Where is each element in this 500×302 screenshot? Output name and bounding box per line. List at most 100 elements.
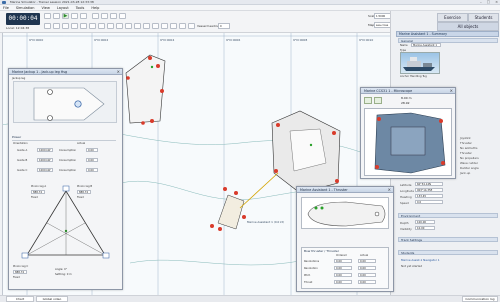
- fast-forward-button[interactable]: [71, 13, 78, 19]
- guide-b-req[interactable]: 1000 kW: [37, 158, 53, 162]
- tool-button-18[interactable]: [161, 23, 168, 29]
- row-label: Revolutions: [304, 260, 320, 263]
- play-button[interactable]: ▶: [62, 13, 69, 19]
- pinion-leg-b-label: Pinion leg B: [77, 185, 93, 188]
- tool-button-21[interactable]: [188, 23, 195, 29]
- students-section-header[interactable]: Students: [398, 250, 498, 255]
- pinion-c-value[interactable]: 888.74: [13, 270, 27, 274]
- status-bar: [0, 295, 500, 302]
- row-ordered[interactable]: 0.00: [334, 273, 352, 277]
- summary-row: Thruster: [460, 151, 472, 155]
- vessel-label: Marine Assistant 1 (0.0 kt): [247, 220, 284, 224]
- tool-button-11[interactable]: [98, 23, 105, 29]
- tool-button-5[interactable]: [44, 23, 51, 29]
- microscope-view[interactable]: [364, 108, 452, 176]
- name-field[interactable]: Marine Assistant 1: [411, 43, 441, 47]
- tool-button-17[interactable]: [152, 23, 159, 29]
- tool-button-3[interactable]: [110, 13, 117, 19]
- tool-button-7[interactable]: [62, 23, 69, 29]
- visibility-value[interactable]: 10.00: [415, 226, 435, 230]
- guide-a-cons[interactable]: 0.00: [86, 148, 98, 152]
- microscope-readout-1: 8.00 m: [401, 96, 412, 100]
- pause-button[interactable]: [53, 13, 60, 19]
- menu-file[interactable]: File: [3, 5, 9, 10]
- tool-button-15[interactable]: [134, 23, 141, 29]
- global-video-tab[interactable]: Global video: [36, 296, 68, 302]
- all-objects-tab[interactable]: All objects: [437, 22, 499, 31]
- grid-label: 9°N 0008: [293, 38, 307, 42]
- microscope-button-1[interactable]: [364, 97, 372, 104]
- row-label: Pitch: [304, 274, 311, 277]
- row-ordered[interactable]: 0.00: [334, 266, 352, 270]
- speed-value[interactable]: 0.0: [415, 200, 443, 204]
- guide-c-req[interactable]: 1000 kW: [37, 168, 53, 172]
- student-link[interactable]: Marine Assist.1 Navigator 1: [401, 258, 440, 262]
- longitude-value[interactable]: 003°14.35E: [415, 188, 443, 192]
- heading-value[interactable]: 133.45: [415, 194, 443, 198]
- tool-button-4[interactable]: [119, 13, 126, 19]
- jackup-close-icon[interactable]: ×: [117, 69, 120, 75]
- tool-button-2[interactable]: [101, 13, 108, 19]
- guide-c-label: Guide C: [17, 169, 28, 172]
- menu-simulation[interactable]: Simulation: [16, 5, 35, 10]
- microscope-button-2[interactable]: [374, 97, 382, 104]
- chart-tab[interactable]: Chart: [6, 296, 34, 302]
- menu-tools[interactable]: Tools: [76, 5, 85, 10]
- tool-button-14[interactable]: [125, 23, 132, 29]
- microscope-close-icon[interactable]: ×: [450, 88, 453, 94]
- leg-triangle-diagram: [19, 183, 114, 265]
- menu-view[interactable]: View: [42, 5, 50, 10]
- tool-button-12[interactable]: [107, 23, 114, 29]
- thruster-hull-svg: [307, 201, 386, 227]
- tool-button-19[interactable]: [170, 23, 177, 29]
- summary-panel-title: Marine Assistant 1 - Summary: [396, 31, 499, 37]
- thruster-table: Bow thruster / Thruster Ordered Actual R…: [301, 247, 389, 289]
- pinion-b-fixed[interactable]: Fixed: [77, 196, 84, 199]
- pinion-leg-c-label: Pinion leg C: [13, 265, 29, 268]
- guide-b-cons[interactable]: 0.00: [86, 158, 98, 162]
- microscope-title: Marine CCS31 1 - Microscope: [361, 88, 455, 94]
- jackup-preview: [13, 81, 117, 123]
- left-ruler: [0, 33, 3, 295]
- latitude-value[interactable]: 60°34.14N: [415, 182, 443, 186]
- col-ordered: Ordered: [336, 254, 347, 257]
- tool-button-10[interactable]: [89, 23, 96, 29]
- thruster-close-icon[interactable]: ×: [388, 187, 391, 193]
- tool-button-13[interactable]: [116, 23, 123, 29]
- vessel-photo: [400, 52, 440, 74]
- pinion-b-value[interactable]: 888.74: [77, 190, 91, 194]
- exercise-tab[interactable]: Exercise: [437, 13, 468, 22]
- row-label: Thrust: [304, 281, 313, 284]
- tool-button-1[interactable]: [92, 13, 99, 19]
- environment-section-header[interactable]: Environment: [398, 213, 498, 218]
- students-tab[interactable]: Students: [468, 13, 499, 22]
- row-actual: 0.00: [358, 273, 376, 277]
- tool-button-16[interactable]: [143, 23, 150, 29]
- tool-button-20[interactable]: [179, 23, 186, 29]
- grid-label: 9°N 0004: [160, 38, 174, 42]
- summary-row: Joystick: [460, 136, 471, 140]
- microscope-svg: [374, 112, 446, 174]
- thruster-section-title: Bow thruster / Thruster: [304, 249, 339, 253]
- depth-value[interactable]: 100.00: [415, 220, 435, 224]
- longitude-label: Longitude: [400, 189, 414, 193]
- pinion-c-fixed[interactable]: Fixed: [13, 276, 20, 279]
- menu-layout[interactable]: Layout: [57, 5, 69, 10]
- communication-log-tab[interactable]: Communication log: [462, 296, 498, 302]
- microscope-window: Marine CCS31 1 - Microscope × 8.00 m 28.…: [360, 87, 456, 179]
- tool-button-9[interactable]: [80, 23, 87, 29]
- menu-help[interactable]: Help: [91, 5, 99, 10]
- guide-c-cons[interactable]: 0.00: [86, 168, 98, 172]
- summary-row: No propellers: [460, 156, 479, 160]
- power-label: Power: [12, 135, 22, 139]
- record-button[interactable]: [80, 13, 87, 19]
- tool-button-6[interactable]: [53, 23, 60, 29]
- row-ordered[interactable]: 0.00: [334, 259, 352, 263]
- vessel-heading-field[interactable]: 0: [218, 23, 230, 29]
- simulation-clock: 00:00:04: [6, 13, 40, 25]
- track-settings-header[interactable]: Track Settings: [398, 237, 498, 242]
- stop-button[interactable]: [44, 13, 51, 19]
- guide-a-req[interactable]: 1000 kW: [37, 148, 53, 152]
- row-ordered[interactable]: 0.00: [334, 280, 352, 284]
- tool-button-8[interactable]: [71, 23, 78, 29]
